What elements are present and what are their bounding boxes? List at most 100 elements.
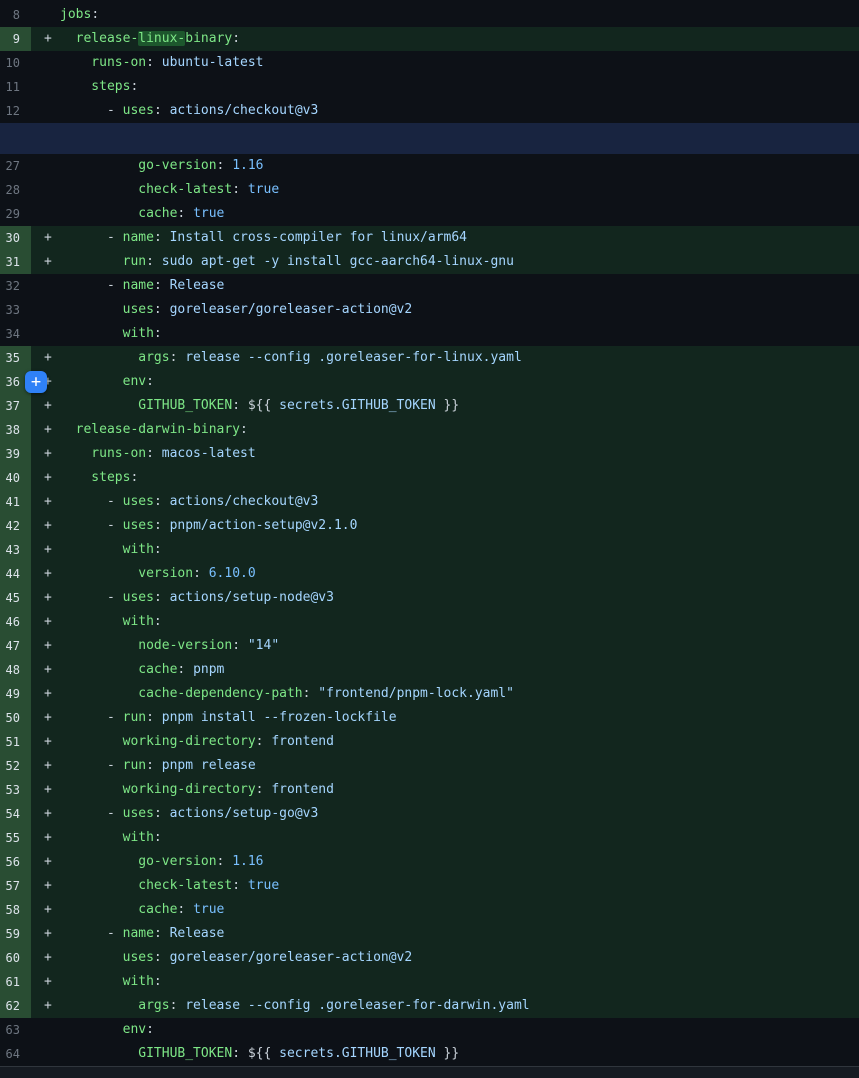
line-number[interactable]: 59 xyxy=(0,922,31,946)
line-number[interactable]: 53 xyxy=(0,778,31,802)
line-number[interactable]: 39 xyxy=(0,442,31,466)
line-number[interactable]: 29 xyxy=(0,202,31,226)
line-number[interactable]: 9 xyxy=(0,27,31,51)
line-number[interactable]: 61 xyxy=(0,970,31,994)
line-number[interactable]: 50 xyxy=(0,706,31,730)
code-token-key: uses xyxy=(60,302,154,317)
code-line: uses: goreleaser/goreleaser-action@v2 xyxy=(31,298,859,322)
code-line: + working-directory: frontend xyxy=(31,778,859,802)
code-line: + release-linux-binary: xyxy=(31,27,859,51)
diff-add-marker: + xyxy=(44,658,52,682)
line-number[interactable]: 32 xyxy=(0,274,31,298)
code-token-string: actions/checkout@v3 xyxy=(170,103,319,118)
line-number[interactable]: 63 xyxy=(0,1018,31,1042)
line-number[interactable]: 11 xyxy=(0,75,31,99)
add-comment-button[interactable]: + xyxy=(25,371,47,393)
code-line: + - run: pnpm install --frozen-lockfile xyxy=(31,706,859,730)
code-token-key: runs-on xyxy=(60,55,146,70)
code-token-punct: : xyxy=(154,302,170,317)
diff-line-29: 29 cache: true xyxy=(0,202,859,226)
diff-add-marker: + xyxy=(44,874,52,898)
diff-add-marker: + xyxy=(44,922,52,946)
line-number[interactable]: 8 xyxy=(0,3,31,27)
code-token-punct: : xyxy=(232,1046,248,1061)
code-token-key: version xyxy=(60,566,193,581)
code-token-punct: - xyxy=(60,806,123,821)
line-number[interactable]: 40 xyxy=(0,466,31,490)
diff-add-marker: + xyxy=(44,538,52,562)
diff-add-marker: + xyxy=(44,706,52,730)
code-token-number: true xyxy=(248,878,279,893)
code-token-key: release- xyxy=(60,31,138,46)
code-token-punct: : xyxy=(130,79,138,94)
code-line: jobs: xyxy=(31,3,859,27)
expand-hunk-row[interactable] xyxy=(0,123,859,154)
line-number[interactable]: 34 xyxy=(0,322,31,346)
diff-add-marker: + xyxy=(44,250,52,274)
line-number[interactable]: 52 xyxy=(0,754,31,778)
code-token-string: release --config .goreleaser-for-linux.y… xyxy=(185,350,522,365)
line-number[interactable]: 30 xyxy=(0,226,31,250)
line-number[interactable]: 62 xyxy=(0,994,31,1018)
diff-line-39: 39+ runs-on: macos-latest xyxy=(0,442,859,466)
line-number[interactable]: 60 xyxy=(0,946,31,970)
line-number[interactable]: 54 xyxy=(0,802,31,826)
line-number[interactable]: 56 xyxy=(0,850,31,874)
line-number[interactable]: 55 xyxy=(0,826,31,850)
line-number[interactable]: 41 xyxy=(0,490,31,514)
line-number[interactable]: 58 xyxy=(0,898,31,922)
line-number[interactable]: 10 xyxy=(0,51,31,75)
code-line: + with: xyxy=(31,538,859,562)
line-number[interactable]: 49 xyxy=(0,682,31,706)
line-number[interactable]: 44 xyxy=(0,562,31,586)
code-line: + cache-dependency-path: "frontend/pnpm-… xyxy=(31,682,859,706)
code-token-punct: : xyxy=(170,350,186,365)
diff-line-59: 59+ - name: Release xyxy=(0,922,859,946)
code-line: + - run: pnpm release xyxy=(31,754,859,778)
code-token-punct: : xyxy=(240,422,248,437)
code-token-punct: : xyxy=(154,278,170,293)
code-token-key: name xyxy=(123,926,154,941)
code-line: with: xyxy=(31,322,859,346)
line-number[interactable]: 45 xyxy=(0,586,31,610)
diff-add-marker: + xyxy=(44,442,52,466)
code-token-key: working-directory xyxy=(60,734,256,749)
code-token-number: 1.16 xyxy=(232,158,263,173)
code-token-punct: : xyxy=(146,374,154,389)
code-token-punct: : xyxy=(154,806,170,821)
diff-add-marker: + xyxy=(44,826,52,850)
code-token-punct: : xyxy=(177,206,193,221)
code-line: + steps: xyxy=(31,466,859,490)
line-number[interactable]: 35 xyxy=(0,346,31,370)
code-line: go-version: 1.16 xyxy=(31,154,859,178)
code-token-key: go-version xyxy=(60,854,217,869)
line-number[interactable]: 46 xyxy=(0,610,31,634)
diff-line-57: 57+ check-latest: true xyxy=(0,874,859,898)
diff-add-marker: + xyxy=(44,466,52,490)
code-token-key: uses xyxy=(123,518,154,533)
line-number[interactable]: 42 xyxy=(0,514,31,538)
diff-line-48: 48+ cache: pnpm xyxy=(0,658,859,682)
diff-add-marker: + xyxy=(44,946,52,970)
line-number[interactable]: 47 xyxy=(0,634,31,658)
line-number[interactable]: 31 xyxy=(0,250,31,274)
line-number[interactable]: 57 xyxy=(0,874,31,898)
diff-line-40: 40+ steps: xyxy=(0,466,859,490)
line-number[interactable]: 43 xyxy=(0,538,31,562)
code-line: + - name: Release xyxy=(31,922,859,946)
code-token-punct: ${{ xyxy=(248,1046,271,1061)
code-token-punct: : xyxy=(154,830,162,845)
line-number[interactable]: 38 xyxy=(0,418,31,442)
line-number[interactable]: 27 xyxy=(0,154,31,178)
line-number[interactable]: 33 xyxy=(0,298,31,322)
line-number[interactable]: 37 xyxy=(0,394,31,418)
line-number[interactable]: 51 xyxy=(0,730,31,754)
diff-add-marker: + xyxy=(44,346,52,370)
code-line: + run: sudo apt-get -y install gcc-aarch… xyxy=(31,250,859,274)
line-number[interactable]: 48 xyxy=(0,658,31,682)
line-number[interactable]: 28 xyxy=(0,178,31,202)
code-token-key: steps xyxy=(60,79,130,94)
code-token-number: true xyxy=(193,206,224,221)
line-number[interactable]: 12 xyxy=(0,99,31,123)
line-number[interactable]: 64 xyxy=(0,1042,31,1066)
